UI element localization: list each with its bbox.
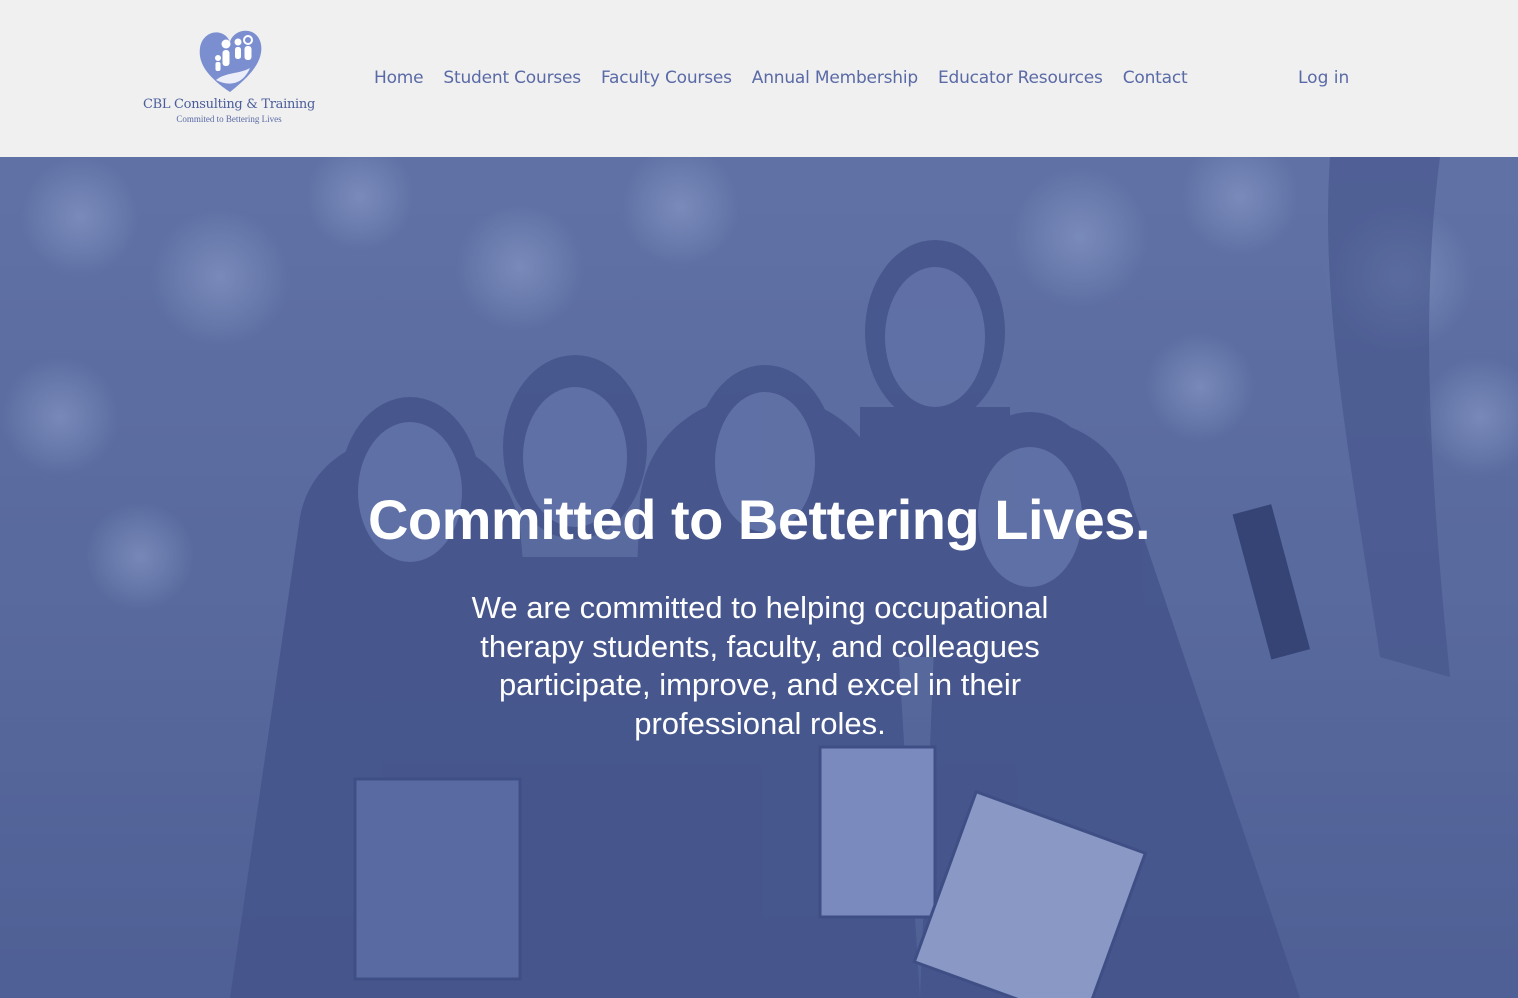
brand-logo[interactable]: CBL Consulting & Training Commited to Be… [138,26,320,130]
hero-description: We are committed to helping occupational… [471,590,1049,741]
group-of-students-photo [0,157,1518,998]
hero-title: Committed to Bettering Lives. [367,488,1151,551]
brand-name: CBL Consulting & Training [142,97,316,112]
heart-family-logo-icon [199,30,262,92]
brand-tagline: Commited to Bettering Lives [176,114,282,124]
main-nav: Home Student Courses Faculty Courses Ann… [364,64,1197,92]
nav-item-annual-membership[interactable]: Annual Membership [742,68,928,88]
site-header: CBL Consulting & Training Commited to Be… [0,0,1518,157]
nav-item-contact[interactable]: Contact [1113,68,1198,88]
login-link[interactable]: Log in [1298,64,1349,92]
nav-item-home[interactable]: Home [364,68,433,88]
nav-item-student-courses[interactable]: Student Courses [433,68,591,88]
hero-section: Committed to Bettering Lives. We are com… [0,157,1518,998]
nav-item-faculty-courses[interactable]: Faculty Courses [591,68,742,88]
nav-item-educator-resources[interactable]: Educator Resources [928,68,1113,88]
